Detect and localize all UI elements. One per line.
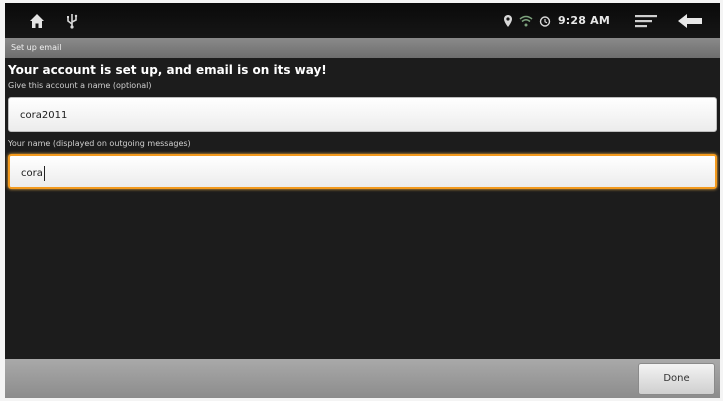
title-bar: Set up email: [5, 38, 720, 58]
home-icon: [30, 13, 44, 28]
home-button[interactable]: [17, 3, 57, 38]
your-name-value: cora: [21, 168, 43, 179]
your-name-input[interactable]: cora: [8, 154, 717, 189]
your-name-label: Your name (displayed on outgoing message…: [8, 139, 191, 148]
menu-button[interactable]: [624, 3, 668, 38]
account-name-label: Give this account a name (optional): [8, 81, 152, 90]
screen: 9:28 AM Set up email Your account is set…: [5, 3, 720, 398]
status-bar: 9:28 AM: [5, 3, 720, 38]
alarm-icon: [539, 15, 551, 27]
account-name-input[interactable]: cora2011: [8, 97, 717, 132]
clock: 9:28 AM: [557, 14, 610, 27]
back-icon: [678, 13, 702, 28]
back-button[interactable]: [668, 3, 712, 38]
device-frame: 9:28 AM Set up email Your account is set…: [0, 0, 723, 401]
bottom-bar: Done: [5, 359, 720, 398]
menu-icon: [635, 14, 657, 27]
done-button[interactable]: Done: [638, 363, 715, 395]
status-bar-right: 9:28 AM: [500, 3, 720, 38]
headline: Your account is set up, and email is on …: [8, 63, 327, 77]
location-icon: [503, 14, 513, 28]
account-name-value: cora2011: [20, 110, 68, 121]
text-caret: [43, 165, 45, 181]
wifi-icon: [519, 15, 533, 27]
usb-icon: [57, 3, 87, 38]
